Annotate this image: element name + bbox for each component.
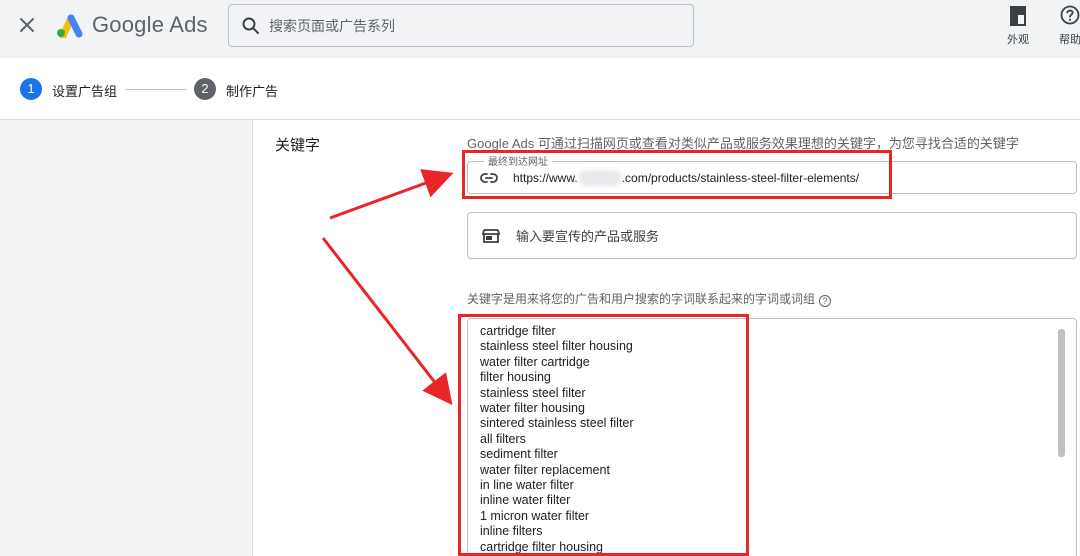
step-connector [126,89,186,90]
search-box[interactable] [228,4,694,47]
keywords-label: 关键字是用来将您的广告和用户搜索的字词联系起来的字词或词组? [467,290,832,307]
search-icon [242,17,259,34]
help-button[interactable]: 帮助 [1056,4,1080,47]
help-icon [1060,5,1080,25]
brand-name: Google Ads [92,12,208,37]
section-title-keywords: 关键字 [275,137,321,154]
left-sidebar-area [0,120,252,556]
top-bar: Google Ads 外观 帮助 [0,0,1080,58]
appearance-icon [1010,6,1026,26]
keywords-label-text: 关键字是用来将您的广告和用户搜索的字词联系起来的字词或词组 [467,292,816,306]
step-2-number[interactable]: 2 [194,78,216,100]
help-label: 帮助 [1059,34,1080,46]
appearance-label: 外观 [1007,34,1029,46]
product-service-field[interactable] [467,212,1077,259]
annotation-box-url [462,150,892,199]
store-icon [482,229,500,243]
help-circle-icon[interactable]: ? [819,295,832,307]
stepper: 1 设置广告组 2 制作广告 [0,58,1080,120]
step-2-label[interactable]: 制作广告 [226,81,278,100]
google-ads-logo-icon [57,14,83,38]
step-1-label[interactable]: 设置广告组 [52,81,117,100]
product-service-input[interactable] [516,227,1036,245]
scrollbar-thumb[interactable] [1058,329,1065,457]
step-1-number[interactable]: 1 [20,78,42,100]
annotation-box-keywords [458,314,749,556]
search-input[interactable] [269,15,669,37]
appearance-button[interactable]: 外观 [1002,4,1034,47]
close-icon[interactable] [16,14,38,36]
